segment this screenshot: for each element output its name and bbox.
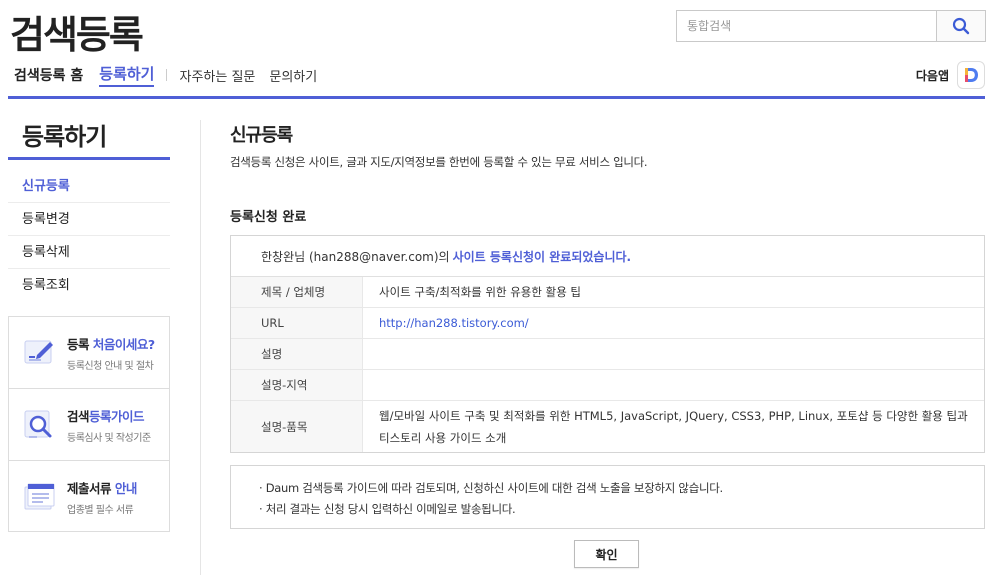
sidebar-item-change[interactable]: 등록변경 [8, 203, 170, 236]
column-divider [200, 120, 201, 575]
table-row: 제목 / 업체명 사이트 구축/최적화를 위한 유용한 활용 팁 [231, 277, 984, 308]
notice-box: · Daum 검색등록 가이드에 따라 검토되며, 신청하신 사이트에 대한 검… [230, 465, 985, 529]
nav-home[interactable]: 검색등록 홈 [14, 65, 83, 85]
promo-title: 제출서류 안내 [67, 481, 137, 496]
daum-app-icon[interactable] [957, 61, 985, 89]
sidebar-title-underline [8, 157, 170, 160]
nav-inquiry[interactable]: 문의하기 [269, 66, 317, 85]
table-row: 설명-품목 웹/모바일 사이트 구축 및 최적화를 위한 HTML5, Java… [231, 401, 984, 452]
row-value: http://han288.tistory.com/ [363, 308, 984, 338]
section-title: 등록신청 완료 [230, 210, 307, 225]
document-stack-icon [24, 483, 55, 510]
promo-subtitle: 등록신청 안내 및 절차 [67, 360, 154, 372]
search-box [676, 10, 986, 42]
promo-guide[interactable]: 검색등록가이드 등록심사 및 작성기준 [9, 389, 169, 461]
sidebar-title: 등록하기 [22, 123, 107, 151]
nav-divider [166, 69, 168, 81]
row-value [363, 370, 984, 400]
header-divider [8, 96, 985, 99]
global-nav: 검색등록 홈 등록하기 자주하는 질문 문의하기 [14, 63, 331, 87]
row-value [363, 339, 984, 369]
page-title: 신규등록 [230, 125, 293, 146]
search-icon [952, 17, 970, 35]
nav-faq[interactable]: 자주하는 질문 [179, 66, 255, 85]
result-message: 한창완님 (han288@naver.com)의 사이트 등록신청이 완료되었습… [231, 236, 984, 277]
nav-register[interactable]: 등록하기 [99, 63, 155, 87]
promo-subtitle: 업종별 필수 서류 [67, 505, 134, 516]
sidebar-item-delete[interactable]: 등록삭제 [8, 236, 170, 269]
site-logo[interactable]: 검색등록 [10, 4, 144, 59]
search-input[interactable] [677, 11, 936, 41]
promo-first-time[interactable]: 등록 처음이세요? 등록신청 안내 및 절차 [9, 317, 169, 389]
daum-app-link[interactable]: 다음앱 [916, 61, 985, 89]
promo-title: 검색등록가이드 [67, 408, 145, 424]
row-label: URL [231, 308, 363, 338]
row-label: 제목 / 업체명 [231, 277, 363, 307]
pencil-doc-icon [24, 340, 53, 363]
row-label: 설명-품목 [231, 401, 363, 452]
row-value: 웹/모바일 사이트 구축 및 최적화를 위한 HTML5, JavaScript… [379, 408, 968, 445]
page-description: 검색등록 신청은 사이트, 글과 지도/지역정보를 한번에 등록할 수 있는 무… [230, 155, 648, 169]
magnifier-doc-icon [24, 410, 52, 438]
promo-subtitle: 등록심사 및 작성기준 [67, 432, 151, 444]
promo-title: 등록 처음이세요? [67, 336, 155, 352]
row-label: 설명 [231, 339, 363, 369]
sidebar-item-lookup[interactable]: 등록조회 [8, 269, 170, 302]
notice-line: · Daum 검색등록 가이드에 따라 검토되며, 신청하신 사이트에 대한 검… [259, 481, 723, 495]
site-url-link[interactable]: http://han288.tistory.com/ [379, 312, 529, 334]
notice-line: · 처리 결과는 신청 당시 입력하신 이메일로 발송됩니다. [259, 502, 516, 516]
daum-d-icon [965, 68, 978, 82]
promo-documents[interactable]: 제출서류 안내 업종별 필수 서류 [9, 461, 169, 533]
result-status: 사이트 등록신청이 완료되었습니다. [452, 249, 632, 264]
sidebar-item-new[interactable]: 신규등록 [8, 170, 170, 203]
daum-app-label: 다음앱 [915, 68, 949, 83]
result-user: 한창완님 (han288@naver.com)의 [261, 249, 450, 264]
table-row: 설명 [231, 339, 984, 370]
confirm-button[interactable]: 확인 [574, 540, 639, 568]
row-label: 설명-지역 [231, 370, 363, 400]
search-button[interactable] [936, 11, 985, 41]
promo-box: 등록 처음이세요? 등록신청 안내 및 절차 검색등록가이드 등록심사 및 작성… [8, 316, 170, 532]
sidebar-menu: 신규등록 등록변경 등록삭제 등록조회 [8, 170, 170, 302]
table-row: 설명-지역 [231, 370, 984, 401]
result-table: 한창완님 (han288@naver.com)의 사이트 등록신청이 완료되었습… [230, 235, 985, 453]
table-row: URL http://han288.tistory.com/ [231, 308, 984, 339]
row-value: 사이트 구축/최적화를 위한 유용한 활용 팁 [379, 285, 582, 299]
